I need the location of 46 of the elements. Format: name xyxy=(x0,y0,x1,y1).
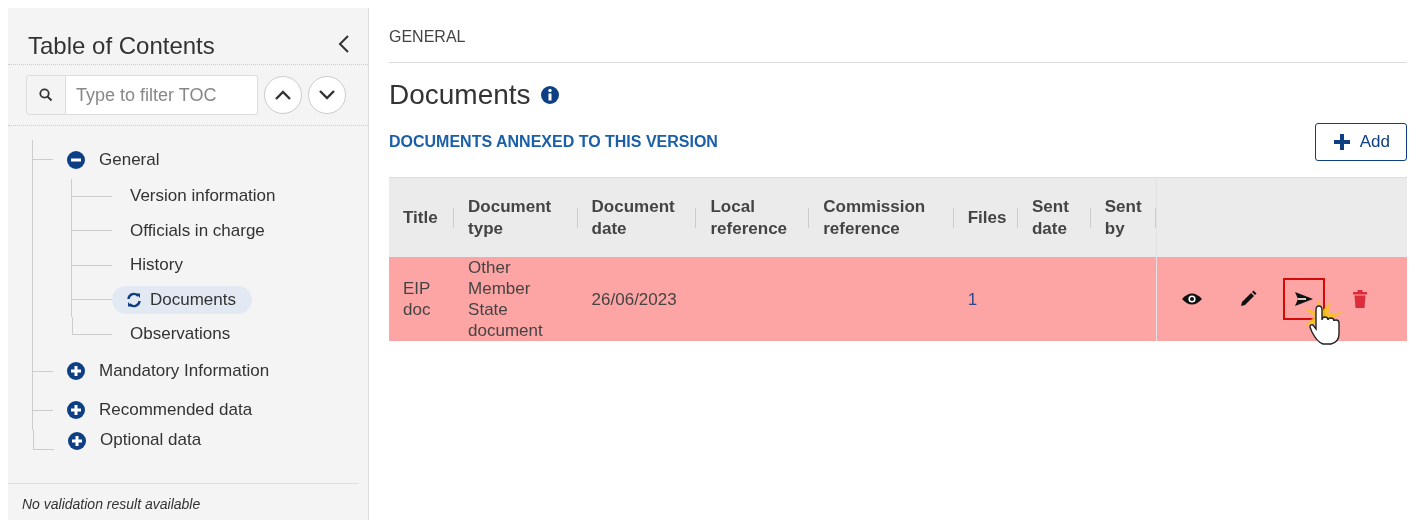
breadcrumb: GENERAL xyxy=(389,8,1407,63)
table-cell: 26/06/2023 xyxy=(591,288,677,310)
tree-item[interactable]: General xyxy=(99,149,160,170)
column-header: Document date xyxy=(577,177,697,257)
tree-item[interactable]: History xyxy=(128,251,199,280)
add-button[interactable]: Add xyxy=(1314,123,1407,161)
refresh-icon xyxy=(126,291,142,308)
column-header: Title xyxy=(389,177,455,257)
table-cell-text: Other Member State document xyxy=(468,257,544,341)
column-header: Local reference xyxy=(696,177,810,257)
tree-item[interactable]: Version information xyxy=(128,182,292,211)
expand-icon[interactable] xyxy=(67,401,85,419)
next-button[interactable] xyxy=(308,76,346,114)
tree-item[interactable]: Documents xyxy=(112,285,252,314)
eye-icon xyxy=(1181,292,1203,306)
file-count-link[interactable]: 1 xyxy=(967,288,978,310)
tree-item[interactable]: Officials in charge xyxy=(128,216,281,245)
page-title: Documents xyxy=(389,79,531,111)
tree-item[interactable]: Recommended data xyxy=(99,400,253,420)
tree-item[interactable]: Mandatory Information xyxy=(99,361,270,381)
section-title: DOCUMENTS ANNEXED TO THIS VERSION xyxy=(389,133,718,151)
column-header: Document type xyxy=(454,177,578,257)
previous-button[interactable] xyxy=(264,76,302,114)
plus-icon xyxy=(1333,134,1350,150)
trash-icon xyxy=(1353,290,1367,308)
expand-icon[interactable] xyxy=(67,362,85,380)
tree-item[interactable]: Optional data xyxy=(100,429,202,450)
send-icon xyxy=(1294,291,1314,307)
column-header: Commission reference xyxy=(809,177,954,257)
tree-item[interactable]: Observations xyxy=(128,320,247,349)
table-cell-text: EIP doc xyxy=(403,278,432,320)
info-icon[interactable] xyxy=(540,86,559,104)
column-header: Sent by xyxy=(1090,177,1157,257)
chevron-left-icon xyxy=(338,34,350,54)
chevron-down-icon xyxy=(319,90,335,100)
search-icon xyxy=(39,88,53,102)
panel-title: Table of Contents xyxy=(28,32,215,60)
validation-status: No validation result available xyxy=(8,483,358,520)
column-header: Files xyxy=(953,177,1018,257)
chevron-up-icon xyxy=(275,90,291,100)
column-header: Sent date xyxy=(1018,177,1091,257)
filter-field[interactable]: Type to filter TOC xyxy=(66,75,258,115)
expand-icon[interactable] xyxy=(68,431,86,450)
pencil-icon xyxy=(1239,290,1257,308)
collapse-icon[interactable] xyxy=(67,150,85,169)
pointer-hand-icon xyxy=(1301,296,1345,346)
